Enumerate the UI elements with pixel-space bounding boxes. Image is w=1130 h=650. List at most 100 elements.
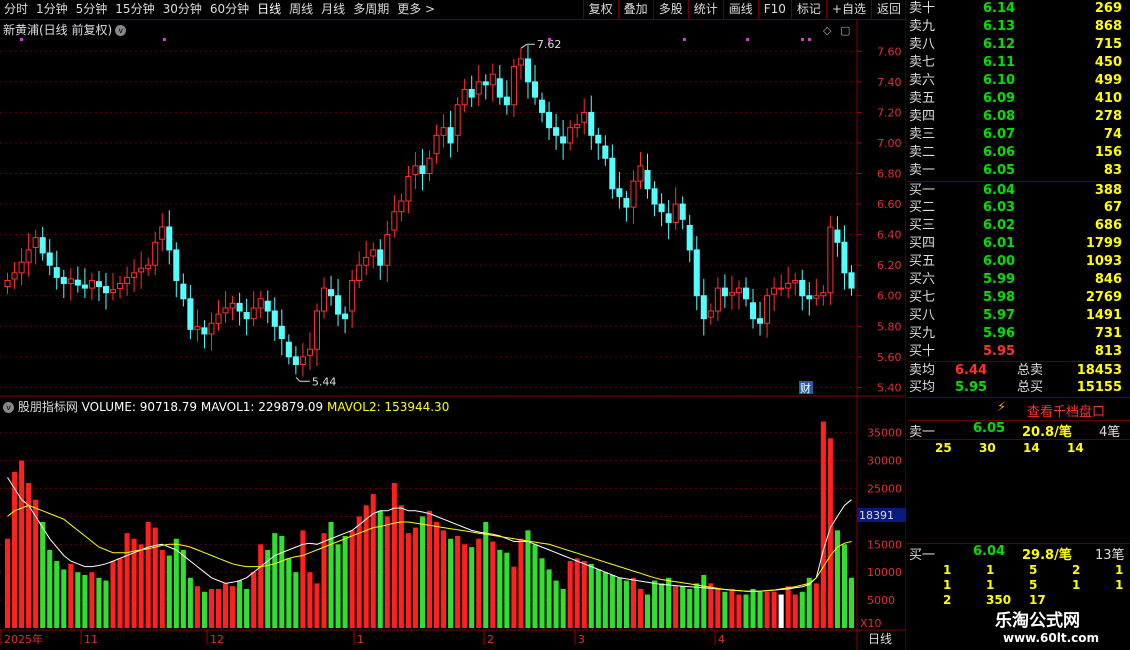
ask-row[interactable]: 卖三 6.07 74 [907,126,1122,144]
buy-order: 1 [1072,578,1081,592]
buy-order: 1 [943,578,952,592]
volume-bar [152,527,158,628]
chevron-down-icon[interactable]: v [3,402,14,413]
bid-label: 买一 [909,183,936,198]
volume-bar [201,591,207,628]
volume-bar [75,572,81,628]
volume-bar [637,588,644,628]
chevron-down-icon[interactable]: v [115,25,127,36]
volume-tick-label: 5000 [867,594,895,607]
volume-bar [194,586,200,628]
candle-body [356,264,363,281]
candle-body [299,356,306,365]
ask-label: 卖四 [909,109,936,124]
bid-row[interactable]: 买七 5.98 2769 [907,289,1122,307]
candle-body [574,124,581,129]
view-depth-button[interactable]: 查看千档盘口 [1027,401,1105,420]
volume-bar [736,594,742,628]
bid-average-row: 买均 5.95 总买 15155 [907,379,1122,397]
ask-row[interactable]: 卖二 6.06 156 [907,144,1122,162]
bid-label: 买五 [909,254,936,269]
candle-body [257,298,264,309]
ask-row[interactable]: 卖五 6.09 410 [907,90,1122,108]
candle-body [665,213,672,223]
volume-bar [476,538,482,628]
bid-row[interactable]: 买一 6.04 388 [907,181,1122,200]
bid-label: 买二 [909,200,936,215]
ask-price: 6.06 [983,145,1016,160]
volume-bar [574,558,580,628]
mavol2-readout: MAVOL2: 153944.30 [327,400,450,414]
chart-area[interactable]: 7.60 7.40 7.20 7.00 6.80 6.60 6.40 6.20 6.00 5.80… [0,0,906,650]
volume-bar [616,577,622,628]
volume-bar [110,561,116,628]
volume-bar [384,516,390,628]
price-tick-label: 7.40 [877,76,902,89]
volume-bar [525,530,531,628]
ask-row[interactable]: 卖九 6.13 868 [907,18,1122,36]
stock-title[interactable]: 新黄浦(日线 前复权) v [3,21,127,38]
price-tick-label: 6.60 [877,198,902,211]
candle-body [138,267,145,273]
candle-body [714,287,721,312]
bid-row[interactable]: 买二 6.03 67 [907,199,1122,217]
event-marker [20,38,23,41]
volume-bar [462,544,468,628]
bid-row[interactable]: 买八 5.97 1491 [907,307,1122,325]
buy-order: 1 [986,578,995,592]
bid-label: 买四 [909,236,936,251]
candle-body [813,295,820,299]
buy-order: 2 [943,593,952,607]
volume-bar [834,530,840,628]
ask-row[interactable]: 卖七 6.11 450 [907,54,1122,72]
bid-row[interactable]: 买四 6.01 1799 [907,235,1122,253]
volume-bar [497,549,503,628]
ask-volume: 715 [1094,37,1122,52]
ask-row[interactable]: 卖十 6.14 269 [907,0,1122,18]
bid-price: 6.00 [983,254,1016,269]
bid-row[interactable]: 买三 6.02 686 [907,217,1122,235]
time-tick-label: 4 [718,633,725,646]
candle-body [419,165,426,175]
candle-body [433,134,440,155]
ask-label: 卖九 [909,19,936,34]
ask-row[interactable]: 卖六 6.10 499 [907,72,1122,90]
candle-body [166,226,173,251]
candle-body [81,284,88,289]
ask-row[interactable]: 卖八 6.12 715 [907,36,1122,54]
ask-row[interactable]: 卖四 6.08 278 [907,108,1122,126]
event-marker [548,38,551,41]
candle-body [820,292,827,297]
volume-bar [223,583,229,628]
bid-row[interactable]: 买六 5.99 846 [907,271,1122,289]
ask-price: 6.14 [983,1,1016,16]
volume-bar [237,580,243,628]
candle-body [349,279,356,312]
ask-volume: 83 [1103,163,1122,178]
volume-bar [687,588,693,628]
volume-bar [426,510,433,628]
volume-bar [490,541,496,628]
ask-price: 6.11 [983,55,1016,70]
volume-bar [314,583,320,628]
candle-body [292,356,299,365]
candle-body [159,226,166,240]
volume-bar [546,569,552,628]
candle-body [285,341,292,358]
candle-body [785,283,792,289]
price-tick-label: 6.40 [877,229,902,242]
volume-bar [54,561,60,628]
bid-row[interactable]: 买九 5.96 731 [907,325,1122,343]
sell-queue-count: 4笔 [1099,425,1121,440]
candle-body [215,313,222,324]
candle-body [67,278,74,285]
price-tick-label: 7.00 [877,137,902,150]
bid-row[interactable]: 买十 5.95 813 [907,343,1122,361]
ask-row[interactable]: 卖一 6.05 83 [907,162,1122,180]
bid-row[interactable]: 买五 6.00 1093 [907,253,1122,271]
volume-bar [553,580,559,628]
bid-price: 6.02 [983,218,1016,233]
candle-body [32,237,39,248]
volume-bar [694,583,700,628]
buy-order: 5 [1029,578,1038,592]
